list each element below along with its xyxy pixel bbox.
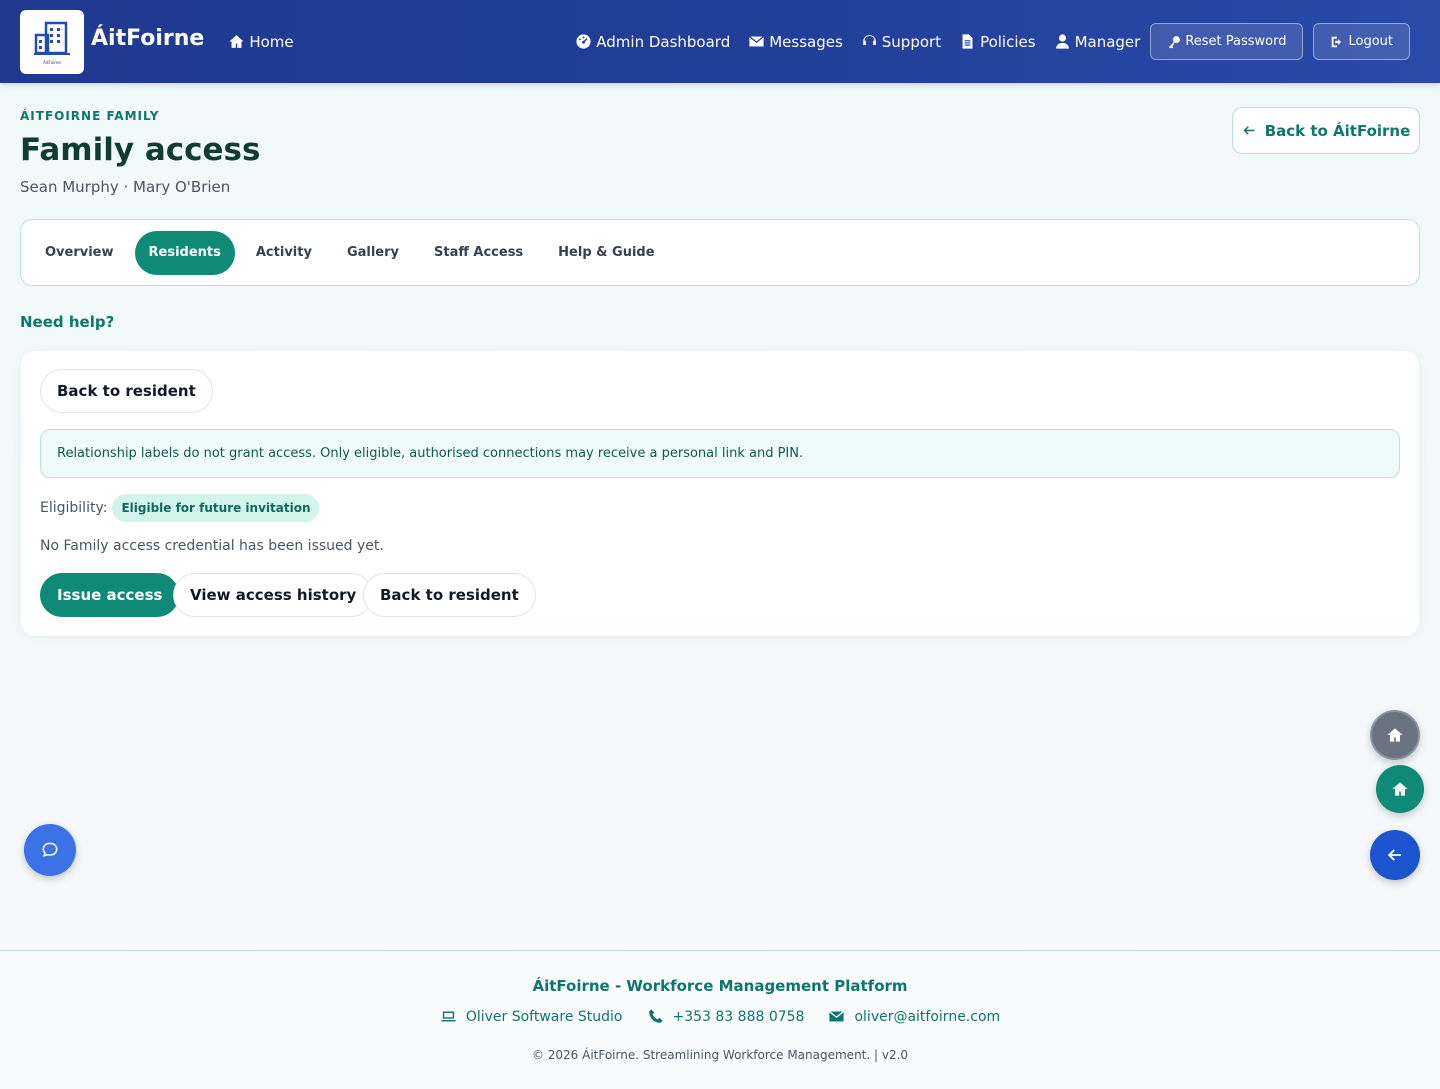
back-fab[interactable] (1370, 830, 1420, 880)
reset-password-label: Reset Password (1185, 34, 1287, 49)
view-access-history-button[interactable]: View access history (173, 573, 374, 617)
key-icon (1169, 35, 1181, 48)
nav-admin-dashboard-label: Admin Dashboard (596, 32, 731, 51)
eligibility-row: Eligibility: Eligible for future invitat… (40, 494, 320, 522)
home-icon (229, 35, 244, 48)
tab-activity[interactable]: Activity (242, 231, 326, 275)
page-eyebrow: ÁITFOIRNE FAMILY (20, 109, 160, 123)
tab-help-guide[interactable]: Help & Guide (544, 231, 668, 275)
nav-home-link[interactable]: Home (228, 32, 294, 51)
home-icon (1387, 728, 1403, 742)
nav-policies[interactable]: Policies (959, 32, 1036, 51)
home-fab-green[interactable] (1376, 765, 1424, 813)
nav-support-label: Support (881, 32, 942, 51)
eligibility-badge: Eligible for future invitation (112, 494, 320, 522)
footer-studio-label: Oliver Software Studio (465, 1008, 623, 1025)
nav-messages[interactable]: Messages (748, 33, 843, 51)
arrow-left-icon (1387, 849, 1401, 861)
document-icon (962, 34, 973, 49)
back-to-resident-button-top[interactable]: Back to resident (40, 369, 213, 413)
logout-icon (1332, 36, 1342, 47)
tab-staff-access[interactable]: Staff Access (420, 231, 537, 275)
user-icon (1055, 34, 1069, 49)
home-fab-grey[interactable] (1370, 710, 1420, 760)
footer-studio[interactable]: Oliver Software Studio (440, 1008, 623, 1025)
footer-email[interactable]: oliver@aitfoirne.com (828, 1008, 1000, 1025)
back-to-resident-button[interactable]: Back to resident (363, 573, 536, 617)
footer-email-label: oliver@aitfoirne.com (854, 1008, 1001, 1025)
page-title: Family access (20, 132, 261, 168)
footer-phone-label: +353 83 888 0758 (672, 1008, 805, 1025)
laptop-icon (441, 1011, 456, 1022)
brand-name[interactable]: ÁitFoirne (91, 26, 204, 51)
reset-password-button[interactable]: Reset Password (1150, 23, 1304, 60)
back-to-home-button[interactable]: Back to ÁitFoirne (1232, 107, 1420, 154)
tab-gallery[interactable]: Gallery (333, 231, 413, 275)
tab-residents[interactable]: Residents (134, 230, 235, 275)
page-subtitle: Sean Murphy · Mary O'Brien (20, 178, 231, 196)
access-notice: Relationship labels do not grant access.… (40, 429, 1400, 478)
top-navbar: ÁitFoirne ÁitFoirne Home Admin Dashboard… (0, 0, 1440, 83)
nav-messages-label: Messages (769, 32, 843, 51)
building-icon (34, 21, 70, 55)
chat-bubble-icon (42, 842, 58, 858)
nav-manager[interactable]: Manager (1054, 32, 1141, 51)
section-tabs: Overview Residents Activity Gallery Staf… (20, 219, 1420, 286)
footer-contacts: Oliver Software Studio +353 83 888 0758 … (0, 1008, 1440, 1025)
nav-policies-label: Policies (980, 32, 1036, 51)
chat-button[interactable] (24, 824, 76, 876)
need-help-link[interactable]: Need help? (20, 313, 114, 331)
footer-copyright: © 2026 ÁitFoirne. Streamlining Workforce… (531, 1048, 909, 1062)
envelope-icon (749, 36, 765, 47)
home-icon (1392, 782, 1408, 796)
footer-title: ÁitFoirne - Workforce Management Platfor… (532, 977, 908, 995)
nav-home-label: Home (249, 32, 294, 51)
tab-overview[interactable]: Overview (31, 231, 128, 275)
gauge-icon (576, 34, 591, 49)
nav-manager-label: Manager (1074, 32, 1141, 51)
issue-access-button[interactable]: Issue access (40, 573, 180, 617)
envelope-icon (829, 1011, 845, 1022)
brand-logo[interactable]: ÁitFoirne (20, 9, 84, 74)
logout-button[interactable]: Logout (1313, 23, 1410, 60)
eligibility-label: Eligibility: (40, 500, 108, 516)
page-footer: ÁitFoirne - Workforce Management Platfor… (0, 950, 1440, 1089)
family-access-card: Back to resident Relationship labels do … (21, 351, 1419, 636)
phone-icon (648, 1009, 663, 1023)
logout-label: Logout (1348, 34, 1393, 49)
back-to-home-label: Back to ÁitFoirne (1264, 121, 1411, 140)
footer-phone[interactable]: +353 83 888 0758 (647, 1008, 805, 1025)
logo-caption: ÁitFoirne (43, 59, 61, 65)
no-credential-text: No Family access credential has been iss… (40, 538, 384, 554)
headset-icon (862, 35, 876, 46)
arrow-left-icon (1243, 126, 1255, 135)
nav-admin-dashboard[interactable]: Admin Dashboard (575, 33, 730, 51)
nav-support[interactable]: Support (861, 33, 941, 51)
